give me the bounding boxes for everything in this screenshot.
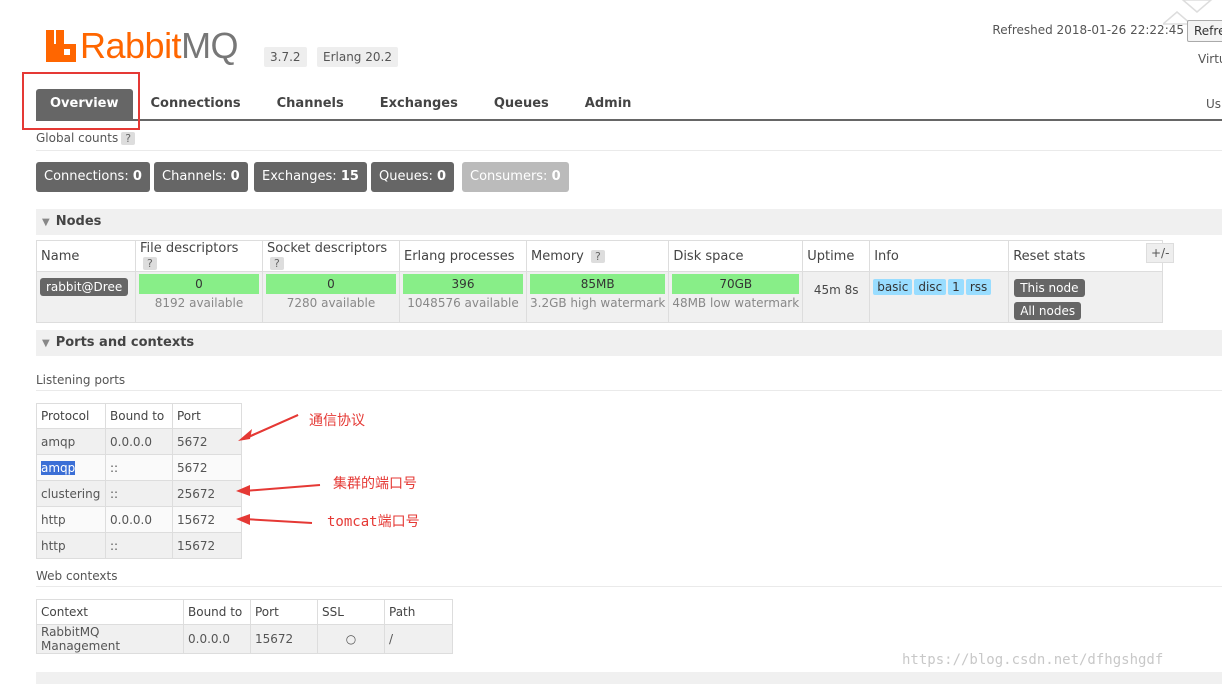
- info-badge-disc: disc: [914, 279, 947, 295]
- annotation-protocol: 通信协议: [309, 413, 365, 429]
- rabbitmq-logo: RabbitMQ: [46, 25, 239, 66]
- col-memory: Memory ?: [525, 240, 670, 272]
- tab-exchanges[interactable]: Exchanges: [362, 89, 476, 119]
- table-row: http 0.0.0.0 15672: [36, 506, 242, 533]
- reset-this-node-button[interactable]: This node: [1014, 279, 1085, 297]
- table-row: http:: 15672: [36, 532, 242, 559]
- global-counts-label: Global counts?: [36, 131, 136, 145]
- col-disk-space: Disk space: [668, 240, 804, 272]
- table-row: RabbitMQ Management 0.0.0.0 15672 ○ /: [36, 624, 453, 654]
- sd-bar: 0: [266, 274, 396, 294]
- selected-text: amqp: [41, 460, 76, 475]
- disk-bar: 70GB: [672, 274, 800, 294]
- uptime-value: 45m 8s: [802, 271, 871, 323]
- logo-text-mq: MQ: [181, 25, 239, 66]
- col-protocol: Protocol: [36, 403, 106, 429]
- collapse-triangle-icon: ▼: [42, 338, 50, 349]
- table-row: rabbit@Dree 0 8192 available 0 7280 availa…: [36, 271, 1164, 323]
- virtual-host-label: Virtu: [1198, 52, 1222, 66]
- info-badge-basic: basic: [873, 279, 913, 295]
- web-contexts-table: Context Bound to Port SSL Path RabbitMQ …: [36, 599, 453, 654]
- tab-queues[interactable]: Queues: [476, 89, 567, 119]
- fd-bar: 0: [139, 274, 259, 294]
- channels-count[interactable]: Channels: 0: [154, 162, 248, 192]
- refreshed-timestamp: Refreshed 2018-01-26 22:22:45: [992, 23, 1184, 37]
- help-icon[interactable]: ?: [143, 257, 157, 270]
- table-row: clustering:: 25672: [36, 480, 242, 507]
- memory-bar: 85MB: [530, 274, 666, 294]
- connections-count[interactable]: Connections: 0: [36, 162, 150, 192]
- erlang-version-badge: Erlang 20.2: [317, 47, 398, 67]
- col-context: Context: [36, 599, 184, 625]
- table-row: amqp 0.0.0.0 5672: [36, 428, 242, 455]
- col-info: Info: [869, 240, 1010, 272]
- tab-connections[interactable]: Connections: [133, 89, 259, 119]
- col-bound-to: Bound to: [183, 599, 251, 625]
- version-badge: 3.7.2: [264, 47, 307, 67]
- nodes-section-header[interactable]: ▼ Nodes: [36, 209, 1222, 235]
- columns-toggle-button[interactable]: +/-: [1146, 243, 1175, 263]
- listening-ports-label: Listening ports: [36, 373, 126, 387]
- nav-underline: [36, 119, 1222, 121]
- collapse-triangle-icon: ▼: [42, 217, 50, 228]
- col-file-descriptors: File descriptors ?: [135, 240, 263, 272]
- rabbitmq-logo-icon: [46, 30, 76, 62]
- col-socket-descriptors: Socket descriptors ?: [262, 240, 400, 272]
- col-reset-stats: Reset stats: [1008, 240, 1164, 272]
- info-badge-rss: rss: [965, 279, 992, 295]
- annotation-cluster-port: 集群的端口号: [333, 476, 417, 492]
- ssl-indicator-icon: ○: [317, 624, 385, 654]
- col-port: Port: [250, 599, 318, 625]
- table-row: amqp:: 5672: [36, 454, 242, 481]
- web-contexts-label: Web contexts: [36, 569, 118, 583]
- logo-text-rabbit: Rabbit: [80, 25, 182, 66]
- annotation-highlight-box: [22, 72, 140, 130]
- exchanges-count[interactable]: Exchanges: 15: [254, 162, 367, 192]
- tab-channels[interactable]: Channels: [259, 89, 362, 119]
- user-label: Us: [1206, 97, 1222, 111]
- ep-bar: 396: [403, 274, 523, 294]
- nodes-table: Name File descriptors ? Socket descripto…: [36, 240, 1164, 323]
- col-ssl: SSL: [317, 599, 385, 625]
- export-definitions-header[interactable]: [36, 672, 1222, 684]
- help-icon[interactable]: ?: [270, 257, 284, 270]
- info-badge-count: 1: [948, 279, 964, 295]
- ports-section-header[interactable]: ▼ Ports and contexts: [36, 330, 1222, 356]
- col-name: Name: [36, 240, 136, 272]
- divider: [36, 586, 1222, 587]
- reset-all-nodes-button[interactable]: All nodes: [1014, 302, 1082, 320]
- col-erlang-processes: Erlang processes: [399, 240, 527, 272]
- tab-admin[interactable]: Admin: [567, 89, 650, 119]
- col-uptime: Uptime: [802, 240, 871, 272]
- col-bound-to: Bound to: [105, 403, 173, 429]
- queues-count[interactable]: Queues: 0: [371, 162, 455, 192]
- watermark: https://blog.csdn.net/dfhgshgdf: [902, 652, 1164, 668]
- divider: [36, 150, 1222, 151]
- consumers-count[interactable]: Consumers: 0: [462, 162, 569, 192]
- col-path: Path: [384, 599, 453, 625]
- refresh-button[interactable]: Refre: [1187, 20, 1222, 42]
- annotation-tomcat-port: tomcat端口号: [327, 514, 420, 530]
- node-name-link[interactable]: rabbit@Dree: [40, 278, 129, 296]
- listening-ports-table: Protocol Bound to Port amqp 0.0.0.0 5672 a…: [36, 403, 242, 559]
- help-icon[interactable]: ?: [121, 132, 136, 145]
- help-icon[interactable]: ?: [591, 249, 605, 263]
- divider: [36, 390, 1222, 391]
